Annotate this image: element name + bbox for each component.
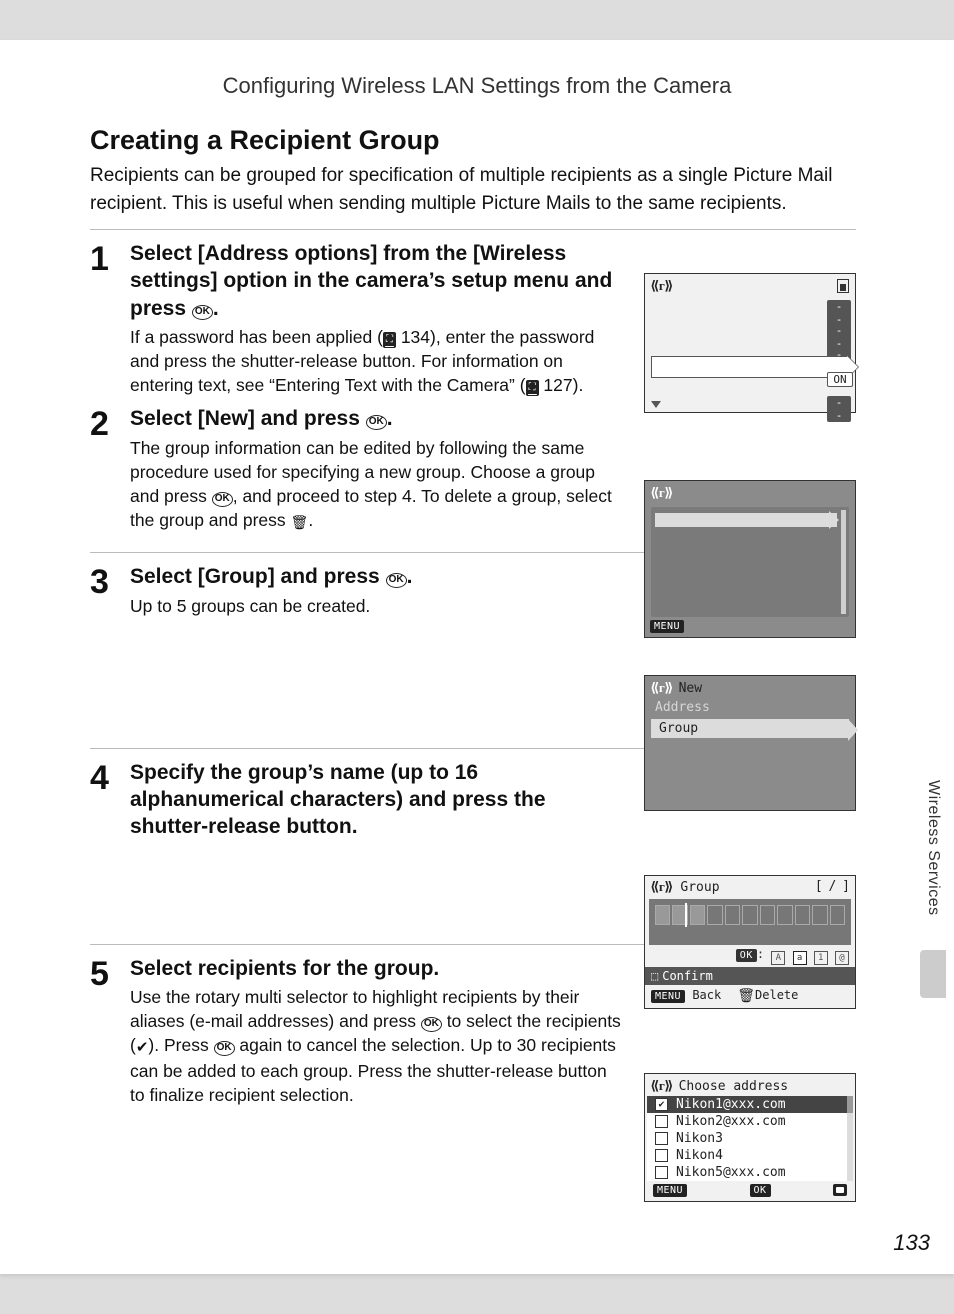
step-5-desc: Use the rotary multi selector to highlig… [130, 985, 626, 1107]
address-list-item: Nikon5@xxx.com [647, 1164, 853, 1181]
char-counter: [ / ] [815, 879, 849, 895]
antenna-icon: ⟪ᴦ⟫ [651, 680, 673, 696]
step-number: 3 [90, 563, 130, 599]
page-number: 133 [893, 1230, 930, 1256]
ok-icon: OK [212, 492, 233, 507]
camera-screen-3: ⟪ᴦ⟫ New Address Group [644, 675, 856, 811]
antenna-icon: ⟪ᴦ⟫ [651, 880, 673, 895]
step-3-desc: Up to 5 groups can be created. [130, 594, 626, 618]
text-entry-field [649, 899, 851, 945]
step-2-title: Select [New] and press OK. [130, 405, 626, 432]
ok-icon: OK [192, 305, 213, 320]
menu-item-address: Address [645, 698, 855, 717]
step-5-title: Select recipients for the group. [130, 955, 626, 982]
step-number: 5 [90, 955, 130, 991]
camera-screen-2: ⟪ᴦ⟫ MENU [644, 480, 856, 638]
checkbox-icon [655, 1149, 668, 1162]
camera-screen-4: ⟪ᴦ⟫ Group [ / ] OK: A a 1 @ ⬚Confirm MEN… [644, 875, 856, 1009]
section-heading: Creating a Recipient Group [90, 125, 856, 156]
selection-arrow-icon [829, 511, 839, 529]
camera-screen-1: ⟪ᴦ⟫ - - - - - - ON - - [644, 273, 856, 413]
ok-badge: OK [736, 949, 757, 962]
side-index-tab [920, 950, 946, 998]
step-number: 2 [90, 405, 130, 441]
text: ). Press [148, 1035, 213, 1055]
selection-band [651, 356, 849, 378]
step-number: 4 [90, 759, 130, 795]
delete-label: Delete [755, 988, 798, 1002]
step-3-title: Select [Group] and press OK. [130, 563, 626, 590]
step-1-desc: If a password has been applied (⛶ 134), … [130, 325, 626, 397]
screen-title: Group [680, 880, 719, 895]
scroll-down-icon [651, 401, 661, 408]
ok-icon: OK [421, 1017, 442, 1032]
value-on: ON [827, 372, 853, 387]
menu-badge: MENU [651, 990, 685, 1003]
ok-icon: OK [366, 415, 387, 430]
checkbox-icon [655, 1166, 668, 1179]
ok-icon: OK [214, 1041, 235, 1056]
text: Select [Group] and press [130, 565, 386, 588]
value: - - [827, 324, 851, 350]
text: If a password has been applied ( [130, 327, 383, 347]
text: . [407, 565, 413, 588]
trash-icon: 🗑 [291, 514, 309, 530]
side-tab-label: Wireless Services [924, 780, 942, 916]
back-label: Back [692, 988, 721, 1002]
antenna-icon: ⟪ᴦ⟫ [651, 1078, 673, 1094]
shutter-icon [833, 1184, 847, 1196]
text: ). [573, 375, 584, 395]
address-list-item: ✔ Nikon1@xxx.com [647, 1096, 853, 1113]
mode-icon: 1 [814, 951, 828, 965]
ok-badge: OK [750, 1184, 771, 1197]
address-list-item: Nikon2@xxx.com [647, 1113, 853, 1130]
divider [90, 229, 856, 230]
step-4-title: Specify the group’s name (up to 16 alpha… [130, 759, 626, 841]
checkbox-icon [655, 1115, 668, 1128]
step-1-title: Select [Address options] from the [Wirel… [130, 240, 626, 322]
value: - - [827, 300, 851, 326]
checkbox-icon [655, 1132, 668, 1145]
ok-icon: OK [386, 573, 407, 588]
text: Select [New] and press [130, 407, 366, 430]
page-ref: 134 [396, 327, 430, 347]
shutter-icon: ⬚ [651, 969, 658, 983]
battery-icon [837, 279, 849, 293]
menu-badge: MENU [653, 1184, 687, 1197]
antenna-icon: ⟪ᴦ⟫ [651, 485, 673, 501]
checkbox-icon: ✔ [655, 1098, 668, 1111]
step-2-desc: The group information can be edited by f… [130, 436, 626, 533]
screen-title: Choose address [679, 1079, 789, 1094]
address-label: Nikon2@xxx.com [676, 1114, 786, 1129]
address-label: Nikon5@xxx.com [676, 1165, 786, 1180]
manual-ref-icon: ⛶ [383, 332, 396, 348]
text-cursor [685, 903, 687, 927]
page-header: Configuring Wireless LAN Settings from t… [0, 73, 954, 99]
mode-icon: a [793, 951, 807, 965]
camera-screen-5: ⟪ᴦ⟫ Choose address ✔ Nikon1@xxx.com Nikon2@… [644, 1073, 856, 1202]
text: . [308, 510, 313, 530]
mode-icon: @ [835, 951, 849, 965]
screen-title: New [679, 681, 702, 696]
address-label: Nikon4 [676, 1148, 723, 1163]
text: . [213, 297, 219, 320]
manual-page: Configuring Wireless LAN Settings from t… [0, 40, 954, 1274]
antenna-icon: ⟪ᴦ⟫ [651, 278, 673, 294]
address-list-item: Nikon3 [647, 1130, 853, 1147]
address-list-item: Nikon4 [647, 1147, 853, 1164]
text: . [387, 407, 393, 430]
menu-item-group-selected: Group [651, 719, 849, 738]
address-label: Nikon3 [676, 1131, 723, 1146]
page-ref: 127 [539, 375, 573, 395]
mode-icon: A [771, 951, 785, 965]
confirm-label: Confirm [662, 969, 713, 983]
step-number: 1 [90, 240, 130, 276]
menu-label: MENU [650, 620, 684, 633]
trash-icon: 🗑 [737, 988, 755, 1004]
section-intro: Recipients can be grouped for specificat… [90, 162, 856, 217]
manual-ref-icon: ⛶ [526, 380, 539, 396]
check-icon: ✔ [136, 1039, 149, 1056]
address-label: Nikon1@xxx.com [676, 1097, 786, 1112]
value: - - [827, 396, 851, 422]
